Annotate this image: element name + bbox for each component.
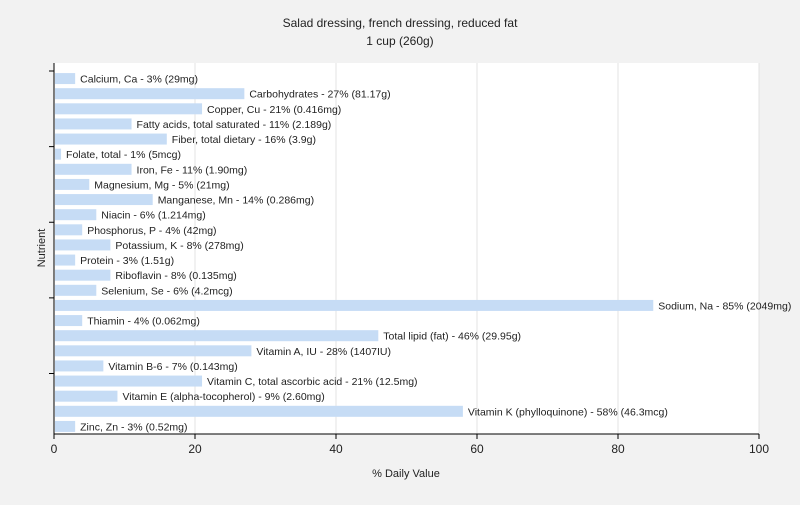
bar <box>55 254 76 266</box>
bar-chart: Salad dressing, french dressing, reduced… <box>36 16 791 480</box>
x-tick-label: 80 <box>611 442 625 456</box>
x-tick-label: 0 <box>51 442 58 456</box>
x-tick-label: 60 <box>470 442 484 456</box>
x-tick-label: 100 <box>749 442 769 456</box>
bar <box>55 73 76 85</box>
bar-label: Phosphorus, P - 4% (42mg) <box>87 225 216 237</box>
bar-label: Vitamin K (phylloquinone) - 58% (46.3mcg… <box>468 406 668 418</box>
bar-label: Vitamin C, total ascorbic acid - 21% (12… <box>207 376 417 388</box>
bar-label: Protein - 3% (1.51g) <box>80 255 174 267</box>
bar <box>55 420 76 432</box>
bar <box>55 148 62 160</box>
bar-label: Manganese, Mn - 14% (0.286mg) <box>158 195 314 207</box>
bar <box>55 178 90 190</box>
bar <box>55 269 111 281</box>
bar <box>55 405 463 417</box>
x-tick-label: 40 <box>329 442 343 456</box>
bar <box>55 194 153 206</box>
bar <box>55 284 97 296</box>
bar-label: Carbohydrates - 27% (81.17g) <box>249 89 390 101</box>
bar <box>55 224 83 236</box>
bar <box>55 375 203 387</box>
bar <box>55 390 118 402</box>
bar-label: Folate, total - 1% (5mcg) <box>66 149 181 161</box>
bar-label: Total lipid (fat) - 46% (29.95g) <box>383 331 521 343</box>
bar-label: Zinc, Zn - 3% (0.52mg) <box>80 421 187 433</box>
bar <box>55 163 132 175</box>
bar-label: Vitamin A, IU - 28% (1407IU) <box>256 346 391 358</box>
x-axis-title: % Daily Value <box>372 468 440 480</box>
bar-label: Iron, Fe - 11% (1.90mg) <box>137 164 248 176</box>
x-tick-label: 20 <box>188 442 202 456</box>
bar-label: Sodium, Na - 85% (2049mg) <box>658 300 791 312</box>
bar-label: Vitamin E (alpha-tocopherol) - 9% (2.60m… <box>122 391 324 403</box>
bar <box>55 345 252 357</box>
bar <box>55 330 379 342</box>
bar <box>55 103 203 115</box>
bar-label: Thiamin - 4% (0.062mg) <box>87 316 200 328</box>
chart: Salad dressing, french dressing, reduced… <box>0 0 800 500</box>
bar-label: Potassium, K - 8% (278mg) <box>115 240 243 252</box>
bar-label: Niacin - 6% (1.214mg) <box>101 210 205 222</box>
bar <box>55 133 167 145</box>
bar-label: Vitamin B-6 - 7% (0.143mg) <box>108 361 237 373</box>
y-axis-title: Nutrient <box>36 229 48 268</box>
bar-label: Fatty acids, total saturated - 11% (2.18… <box>137 119 332 131</box>
bar-label: Riboflavin - 8% (0.135mg) <box>115 270 236 282</box>
bar-label: Calcium, Ca - 3% (29mg) <box>80 74 198 86</box>
bar <box>55 360 104 372</box>
bar-label: Magnesium, Mg - 5% (21mg) <box>94 179 229 191</box>
chart-title: Salad dressing, french dressing, reduced… <box>283 16 518 30</box>
bar <box>55 118 132 130</box>
bar-label: Fiber, total dietary - 16% (3.9g) <box>172 134 316 146</box>
bar <box>55 88 245 100</box>
bar <box>55 299 654 311</box>
bar <box>55 239 111 251</box>
bar-label: Selenium, Se - 6% (4.2mcg) <box>101 285 232 297</box>
bar <box>55 315 83 327</box>
bar <box>55 209 97 221</box>
chart-subtitle: 1 cup (260g) <box>366 34 433 48</box>
bar-label: Copper, Cu - 21% (0.416mg) <box>207 104 341 116</box>
